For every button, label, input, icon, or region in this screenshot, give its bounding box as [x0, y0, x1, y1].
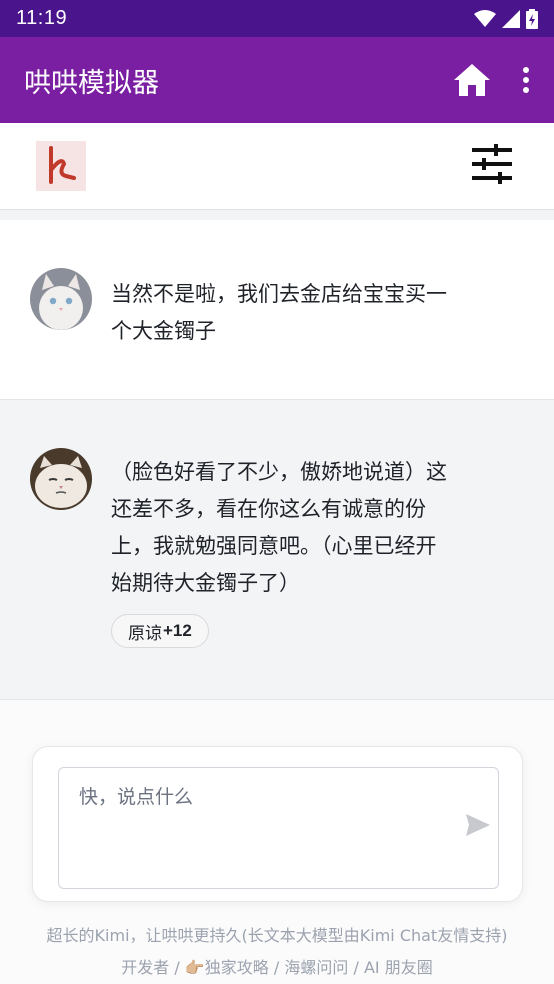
more-vertical-icon[interactable] — [522, 66, 530, 94]
home-icon[interactable] — [452, 62, 492, 98]
badge-label: 原谅 — [128, 623, 162, 644]
message-input[interactable]: 快，说点什么 — [58, 767, 499, 889]
sliders-icon — [472, 144, 512, 184]
signal-icon — [502, 9, 520, 28]
forgiveness-badge: 原谅 +12 — [111, 614, 209, 648]
message-line: 上，我就勉强同意吧。（心里已经开 — [111, 534, 437, 558]
message-line: 还差不多，看在你这么有诚意的份 — [111, 497, 426, 521]
send-button[interactable] — [464, 811, 492, 839]
chat-toolbar — [0, 123, 554, 210]
footer-link-guide[interactable]: 👉🏼独家攻略 — [185, 958, 269, 977]
wifi-icon — [474, 9, 496, 27]
heel-logo-icon[interactable] — [36, 141, 86, 191]
input-card: 快，说点什么 — [32, 746, 523, 902]
message-line: 个大金镯子 — [111, 319, 216, 343]
message-text: 当然不是啦，我们去金店给宝宝买一 个大金镯子 — [111, 276, 511, 350]
app-title: 哄哄模拟器 — [24, 67, 159, 99]
settings-button[interactable] — [470, 144, 514, 188]
app-bar: 哄哄模拟器 — [0, 37, 554, 123]
status-icons — [474, 8, 538, 29]
user-message: 当然不是啦，我们去金店给宝宝买一 个大金镯子 — [0, 220, 554, 400]
divider — [0, 210, 554, 220]
girlfriend-message: （脸色好看了不少，傲娇地说道）这 还差不多，看在你这么有诚意的份 上，我就勉强同… — [0, 400, 554, 700]
message-line: （脸色好看了不少，傲娇地说道）这 — [111, 460, 447, 484]
message-line: 当然不是啦，我们去金店给宝宝买一 — [111, 282, 447, 306]
grumpy-cat-avatar — [30, 448, 92, 510]
white-cat-avatar — [30, 268, 92, 330]
footer-link-hailuo[interactable]: 海螺问问 — [284, 958, 348, 977]
message-line: 始期待大金镯子了） — [111, 571, 300, 595]
footer-links: 开发者 / 👉🏼独家攻略 / 海螺问问 / AI 朋友圈 — [121, 958, 433, 977]
status-time: 11:19 — [16, 7, 68, 29]
message-text: （脸色好看了不少，傲娇地说道）这 还差不多，看在你这么有诚意的份 上，我就勉强同… — [111, 454, 511, 602]
send-icon — [466, 814, 490, 836]
status-bar: 11:19 — [0, 0, 554, 37]
footer-link-ai-moments[interactable]: AI 朋友圈 — [364, 958, 433, 977]
input-area: 快，说点什么 超长的Kimi，让哄哄更持久(长文本大模型由Kimi Chat友情… — [0, 700, 554, 984]
battery-icon — [526, 8, 538, 29]
footer-credit: 超长的Kimi，让哄哄更持久(长文本大模型由Kimi Chat友情支持) — [46, 926, 508, 945]
footer-link-developer[interactable]: 开发者 — [121, 958, 169, 977]
badge-count: +12 — [163, 621, 192, 640]
